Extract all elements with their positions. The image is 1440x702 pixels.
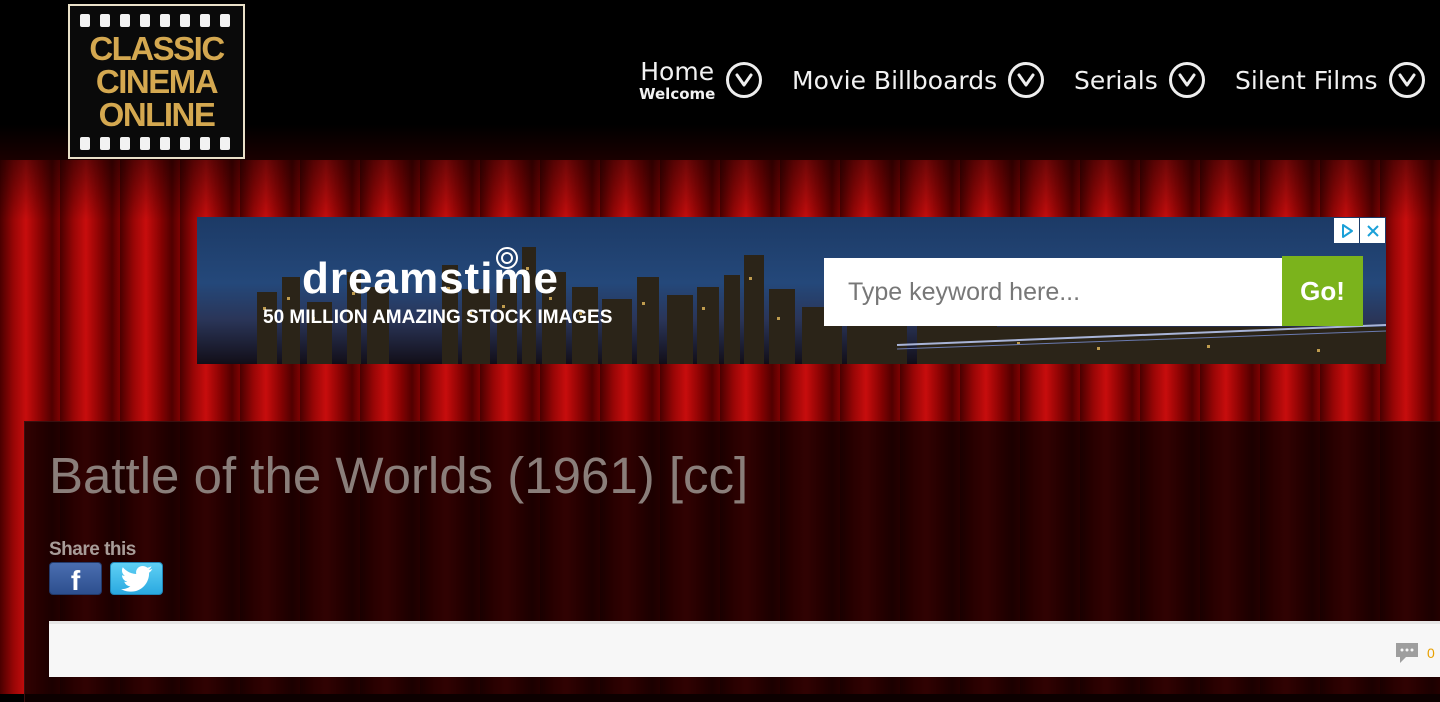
nav-item-serials[interactable]: Serials xyxy=(1074,52,1205,108)
ad-tagline: 50 MILLION AMAZING STOCK IMAGES xyxy=(263,307,613,328)
nav-label-serials: Serials xyxy=(1074,65,1158,95)
film-sprockets-top-icon xyxy=(80,14,230,27)
ad-choices-badges xyxy=(1333,218,1386,243)
twitter-share-button[interactable] xyxy=(110,562,163,595)
ad-search-input[interactable] xyxy=(824,258,1282,326)
facebook-share-button[interactable]: f xyxy=(49,562,102,595)
ad-brand-name: dreamstime xyxy=(302,254,560,303)
chevron-down-icon[interactable] xyxy=(1008,62,1045,98)
nav-label-silent-films: Silent Films xyxy=(1235,65,1378,95)
comment-bubble-icon[interactable] xyxy=(1394,641,1420,665)
adchoices-icon[interactable] xyxy=(1334,218,1359,243)
comments-bar: 0 xyxy=(49,621,1440,677)
content-panel: Battle of the Worlds (1961) [cc] Share t… xyxy=(24,421,1440,702)
nav-sublabel-home: Welcome xyxy=(639,84,716,103)
close-icon[interactable] xyxy=(1360,218,1385,243)
chevron-down-icon[interactable] xyxy=(1168,62,1205,98)
chevron-down-icon[interactable] xyxy=(1388,62,1425,98)
twitter-bird-icon xyxy=(120,565,152,592)
page-title: Battle of the Worlds (1961) [cc] xyxy=(49,447,749,504)
share-label: Share this xyxy=(49,539,136,560)
site-header: Classic Cinema Online Home Welcome Movie… xyxy=(0,0,1440,160)
nav-item-movie-billboards[interactable]: Movie Billboards xyxy=(792,52,1045,108)
nav-item-silent-films[interactable]: Silent Films xyxy=(1235,52,1425,108)
nav-item-home[interactable]: Home Welcome xyxy=(639,52,763,108)
comment-count[interactable]: 0 xyxy=(1427,645,1435,661)
film-sprockets-bottom-icon xyxy=(80,137,230,150)
nav-label-movie-billboards: Movie Billboards xyxy=(792,65,998,95)
nav-label-home: Home xyxy=(640,56,715,86)
ad-go-button[interactable]: Go! xyxy=(1282,256,1363,326)
ad-banner[interactable]: dreamstime 50 MILLION AMAZING STOCK IMAG… xyxy=(197,217,1386,364)
facebook-icon: f xyxy=(70,564,81,596)
nav-home-label-group: Home Welcome xyxy=(639,59,715,102)
chevron-down-icon[interactable] xyxy=(726,62,763,98)
main-nav: Home Welcome Movie Billboards Serials Si… xyxy=(0,52,1440,108)
